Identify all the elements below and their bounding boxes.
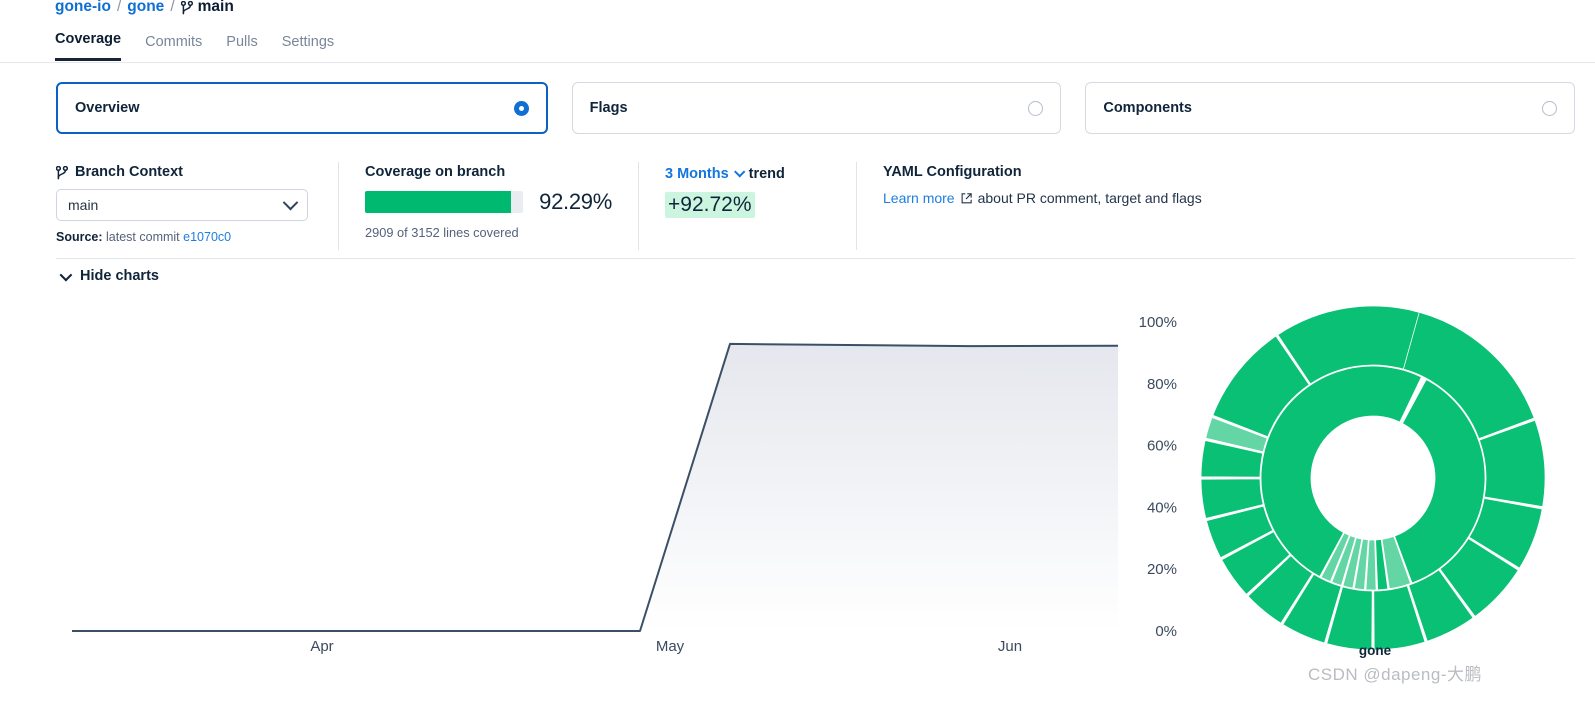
x-axis-tick-label: May <box>656 638 685 655</box>
hide-charts-toggle[interactable]: Hide charts <box>59 268 159 284</box>
trend-heading: 3 Months trend <box>665 166 830 182</box>
coverage-heading: Coverage on branch <box>365 164 506 180</box>
tab-pulls[interactable]: Pulls <box>226 34 257 61</box>
trend-suffix-label: trend <box>748 166 785 182</box>
tab-settings[interactable]: Settings <box>282 34 334 61</box>
breadcrumb-repo[interactable]: gone <box>127 0 164 16</box>
yaml-config-heading: YAML Configuration <box>883 164 1022 180</box>
view-card-overview-label: Overview <box>75 100 140 116</box>
view-card-components-label: Components <box>1103 100 1192 116</box>
hide-charts-label: Hide charts <box>80 268 159 284</box>
radio-overview-icon[interactable] <box>513 100 529 116</box>
coverage-bar-row: 92.29% <box>365 189 612 215</box>
breadcrumb-branch-label: main <box>197 0 234 15</box>
branch-icon <box>180 0 193 16</box>
view-card-components[interactable]: Components <box>1085 82 1576 134</box>
coverage-section: Coverage on branch 92.29% 2909 of 3152 l… <box>338 162 638 250</box>
branch-source-label: Source: <box>56 230 103 244</box>
y-axis-tick-label: 0% <box>1155 623 1177 640</box>
nav-tabs: Coverage Commits Pulls Settings <box>55 31 334 61</box>
breadcrumb-branch: main <box>180 0 234 16</box>
tab-commits[interactable]: Commits <box>145 34 202 61</box>
commit-sha-link[interactable]: e1070c0 <box>183 230 231 244</box>
x-axis-tick-label: Jun <box>998 638 1022 655</box>
coverage-trend-svg: 0% 20% 40% 60% 80% 100% Apr May Jun <box>72 314 1177 655</box>
chevron-down-icon[interactable] <box>733 166 746 178</box>
yaml-config-body: Learn more about PR comment, target and … <box>883 190 1202 206</box>
y-axis-tick-label: 40% <box>1147 499 1177 516</box>
coverage-lines-text: 2909 of 3152 lines covered <box>365 225 519 240</box>
radio-components-icon[interactable] <box>1542 100 1558 116</box>
trend-value: +92.72% <box>665 192 755 218</box>
directory-sunburst-chart <box>1195 300 1555 660</box>
yaml-rest-text: about PR comment, target and flags <box>977 190 1202 206</box>
breadcrumb-separator-1: / <box>116 0 122 15</box>
yaml-config-section: YAML Configuration Learn more about PR c… <box>856 162 1228 250</box>
external-link-icon[interactable] <box>960 192 973 205</box>
y-axis-tick-label: 100% <box>1139 314 1177 331</box>
x-axis-tick-label: Apr <box>310 638 333 655</box>
view-card-flags-label: Flags <box>589 100 628 116</box>
charts-divider <box>56 258 1575 259</box>
coverage-progress-bar <box>365 191 524 213</box>
view-selector-group: Overview Flags Components <box>56 82 1576 134</box>
summary-stats: Branch Context main Source: latest commi… <box>55 162 1575 250</box>
yaml-learn-more-link[interactable]: Learn more <box>883 190 955 206</box>
tab-coverage[interactable]: Coverage <box>55 31 122 61</box>
branch-icon <box>55 165 69 181</box>
breadcrumb-separator-2: / <box>170 0 175 15</box>
chevron-down-icon <box>282 194 299 210</box>
branch-context-title: Branch Context <box>75 164 183 180</box>
breadcrumb-owner[interactable]: gone-io <box>55 0 111 16</box>
view-card-overview[interactable]: Overview <box>56 82 548 134</box>
coverage-percent: 92.29% <box>539 189 612 214</box>
y-axis-tick-label: 60% <box>1147 438 1177 455</box>
directory-sunburst-svg <box>1200 305 1546 651</box>
branch-context-heading: Branch Context <box>55 164 312 181</box>
y-axis-tick-label: 20% <box>1147 561 1177 578</box>
branch-select-value: main <box>68 197 99 213</box>
y-axis-tick-label: 80% <box>1147 376 1177 393</box>
coverage-trend-chart: 0% 20% 40% 60% 80% 100% Apr May Jun <box>40 300 1180 660</box>
sunburst-root-label: gone <box>1358 643 1392 658</box>
branch-source-text: latest commit <box>106 230 180 244</box>
branch-context-section: Branch Context main Source: latest commi… <box>55 162 338 250</box>
chevron-down-icon <box>59 268 73 281</box>
breadcrumb: gone-io / gone / main <box>55 0 234 16</box>
trend-range-select[interactable]: 3 Months <box>665 166 729 182</box>
radio-flags-icon[interactable] <box>1028 100 1044 116</box>
watermark: CSDN @dapeng-大鹏 <box>1307 665 1483 684</box>
view-card-flags[interactable]: Flags <box>571 82 1062 134</box>
trend-section: 3 Months trend +92.72% <box>638 162 856 250</box>
tabs-divider <box>0 62 1595 63</box>
branch-source-line: Source: latest commit e1070c0 <box>56 230 312 244</box>
branch-select[interactable]: main <box>56 189 308 221</box>
coverage-progress-fill <box>365 191 511 213</box>
